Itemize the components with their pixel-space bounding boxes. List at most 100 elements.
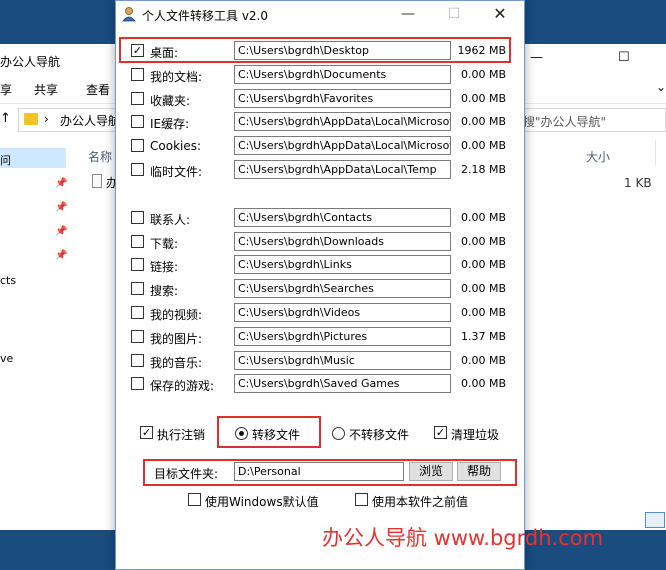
folder-row: IE缓存: C:\Users\bgrdh\AppData\Local\Micros… [116,111,524,133]
pin-icon: 📌 [55,202,68,213]
folder-label: 链接: [150,260,179,275]
close-button[interactable]: ✕ [478,3,522,27]
folder-label: 桌面: [150,46,179,60]
browse-button[interactable]: 浏览 [409,462,453,481]
windows-default-label: 使用Windows默认值 [205,495,319,509]
nav-item[interactable]: 问 [0,152,11,168]
column-header-size[interactable]: 大小 [586,148,610,165]
search-input[interactable]: 搜"办公人导航" [520,108,666,132]
previous-value-label: 使用本软件之前值 [372,495,469,509]
folder-path-field[interactable]: C:\Users\bgrdh\AppData\Local\Temp [234,160,451,179]
folder-path-field[interactable]: C:\Users\bgrdh\Documents [234,64,451,84]
minimize-icon[interactable]: — [530,50,543,65]
folder-size: 0.00 MB [460,306,506,319]
maximize-icon[interactable]: ☐ [618,50,630,65]
folder-path-field[interactable]: C:\Users\bgrdh\Pictures [234,326,451,346]
windows-default-checkbox[interactable] [188,493,201,506]
dialog-titlebar: 个人文件转移工具 v2.0 — ☐ ✕ [116,1,524,29]
folder-label: 我的文档: [150,69,203,84]
explorer-title: 办公人导航 [0,55,61,69]
ribbon-tab-view[interactable]: 查看 [86,81,110,98]
folder-label: 临时文件: [150,165,203,179]
folder-checkbox[interactable] [131,353,144,367]
folder-row: 临时文件: C:\Users\bgrdh\AppData\Local\Temp 2.… [116,159,524,181]
folder-size: 0.00 MB [460,210,506,224]
folder-label: 保存的游戏: [150,379,215,394]
file-transfer-dialog: 个人文件转移工具 v2.0 — ☐ ✕ ✓ 桌面: C:\Users\bgrdh\D… [115,0,525,570]
nav-item[interactable]: ve [0,352,13,365]
folder-label: 搜索: [150,284,179,299]
watermark-text: 办公人导航 www.bgrdh.com [322,526,604,550]
folder-checkbox[interactable] [131,67,144,81]
app-user-icon [122,7,136,22]
folder-size: 0.00 MB [460,67,506,81]
folder-path-field[interactable]: C:\Users\bgrdh\Saved Games [234,374,451,394]
file-size: 1 KB [624,176,652,190]
folder-size: 2.18 MB [460,163,506,176]
folder-label: IE缓存: [150,117,190,132]
address-text: 办公人导航 [60,114,121,128]
column-header-name[interactable]: 名称 [88,148,112,165]
folder-size: 0.00 MB [460,258,506,272]
folder-checkbox[interactable] [131,115,144,129]
chevron-down-icon[interactable]: ⌄ [656,80,666,94]
folder-row: 搜索: C:\Users\bgrdh\Searches 0.00 MB [116,278,524,300]
folder-checkbox[interactable] [131,139,144,153]
column-divider [655,140,656,166]
up-arrow-icon[interactable]: ↑ [0,111,11,126]
folder-size: 1962 MB [457,44,506,57]
folder-size: 0.00 MB [460,353,506,367]
folder-row: 保存的游戏: C:\Users\bgrdh\Saved Games 0.00 MB [116,373,524,395]
nav-item[interactable]: cts [0,274,16,287]
maximize-button[interactable]: ☐ [432,3,476,27]
folder-checkbox[interactable] [131,234,144,248]
folder-path-field[interactable]: C:\Users\bgrdh\Favorites [234,88,451,108]
ribbon-tab-0[interactable]: 享 [0,81,12,98]
folder-checkbox[interactable] [131,282,144,296]
folder-checkbox[interactable] [131,210,144,224]
folder-checkbox[interactable] [131,377,144,391]
target-folder-label: 目标文件夹: [154,467,219,481]
no-move-radio[interactable] [332,427,345,440]
folder-size: 1.37 MB [460,329,506,343]
folder-row: 我的文档: C:\Users\bgrdh\Documents 0.00 MB [116,64,524,86]
minimize-button[interactable]: — [386,3,430,27]
folder-checkbox[interactable] [131,329,144,343]
move-files-radio[interactable] [235,427,248,440]
folder-row: 收藏夹: C:\Users\bgrdh\Favorites 0.00 MB [116,88,524,110]
folder-path-field[interactable]: C:\Users\bgrdh\Desktop [234,41,451,60]
pin-icon: 📌 [55,250,68,261]
folder-checkbox[interactable] [131,163,144,176]
file-icon [92,174,102,188]
folder-label: Cookies: [150,139,202,154]
folder-checkbox[interactable] [131,91,144,105]
search-placeholder: 搜"办公人导航" [523,115,607,129]
target-folder-input[interactable]: D:\Personal [234,462,404,481]
folder-path-field[interactable]: C:\Users\bgrdh\Contacts [234,207,451,227]
folder-row: 我的视频: C:\Users\bgrdh\Videos 0.00 MB [116,302,524,324]
folder-size: 0.00 MB [460,377,506,391]
folder-path-field[interactable]: C:\Users\bgrdh\Downloads [234,231,451,251]
folder-checkbox[interactable] [131,258,144,272]
folder-size: 0.00 MB [460,91,506,105]
folder-path-field[interactable]: C:\Users\bgrdh\Music [234,350,451,370]
clean-label: 清理垃圾 [451,428,500,442]
folder-path-field[interactable]: C:\Users\bgrdh\Searches [234,279,451,299]
folder-path-field[interactable]: C:\Users\bgrdh\Videos [234,303,451,322]
folder-path-field[interactable]: C:\Users\bgrdh\AppData\Local\Microsoft\W [234,136,451,156]
folder-path-field[interactable]: C:\Users\bgrdh\AppData\Local\Microsoft\W [234,112,451,132]
ribbon-tab-share[interactable]: 共享 [34,81,58,98]
logoff-checkbox[interactable]: ✓ [140,426,153,439]
previous-value-checkbox[interactable] [355,493,368,506]
folder-size: 0.00 MB [460,234,506,248]
folder-row: 链接: C:\Users\bgrdh\Links 0.00 MB [116,254,524,276]
pin-icon: 📌 [55,178,68,189]
folder-row: 联系人: C:\Users\bgrdh\Contacts 0.00 MB [116,207,524,229]
details-view-icon[interactable] [645,512,665,528]
folder-checkbox[interactable] [131,306,144,319]
clean-checkbox[interactable]: ✓ [434,426,447,439]
folder-path-field[interactable]: C:\Users\bgrdh\Links [234,255,451,275]
folder-label: 收藏夹: [150,93,191,108]
help-button[interactable]: 帮助 [457,462,501,481]
folder-checkbox[interactable]: ✓ [131,44,144,57]
